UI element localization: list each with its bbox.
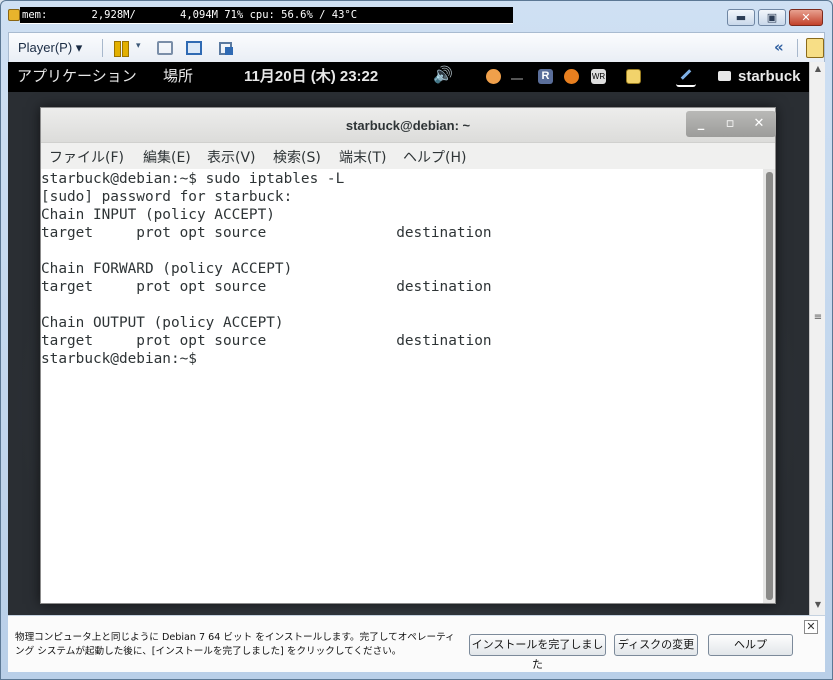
menu-view[interactable]: 表示(V) bbox=[207, 147, 256, 167]
fullscreen-icon[interactable] bbox=[186, 41, 202, 55]
terminal-scrollbar-thumb[interactable] bbox=[766, 172, 773, 600]
close-button[interactable]: ✕ bbox=[789, 9, 823, 26]
menu-search[interactable]: 検索(S) bbox=[273, 147, 321, 167]
scroll-grip-icon[interactable]: ≡ bbox=[810, 312, 826, 323]
volume-icon[interactable]: 🔊 bbox=[433, 67, 453, 85]
maximize-button[interactable]: ▣ bbox=[758, 9, 786, 26]
input-method-icon[interactable] bbox=[486, 69, 501, 84]
tray-separator-icon bbox=[511, 78, 523, 80]
terminal-minimize-button[interactable]: _ bbox=[690, 115, 712, 133]
finish-install-button[interactable]: インストールを完了しました bbox=[469, 634, 606, 671]
vmware-toolbar: Player(P) ▾ ▾ « bbox=[8, 32, 825, 62]
settings-gear-icon[interactable] bbox=[564, 69, 579, 84]
send-ctrl-alt-del-icon[interactable] bbox=[157, 41, 173, 55]
menu-edit[interactable]: 編集(E) bbox=[143, 147, 191, 167]
library-icon[interactable] bbox=[806, 38, 824, 58]
notification-close-icon[interactable]: ✕ bbox=[804, 620, 818, 634]
vmware-app-icon[interactable] bbox=[8, 9, 20, 21]
pause-dropdown-icon[interactable]: ▾ bbox=[136, 41, 141, 51]
install-instructions-text: 物理コンピュータ上と同じように Debian 7 64 ビット をインストールし… bbox=[15, 632, 455, 657]
chat-status-icon[interactable] bbox=[718, 71, 731, 81]
terminal-output-area[interactable]: starbuck@debian:~$ sudo iptables -L [sud… bbox=[41, 169, 763, 603]
terminal-close-button[interactable]: ✕ bbox=[748, 115, 770, 133]
terminal-title-bar[interactable]: starbuck@debian: ~ _ ▫ ✕ bbox=[41, 108, 776, 143]
player-menu-button[interactable]: Player(P) ▾ bbox=[18, 39, 102, 57]
unity-mode-icon[interactable] bbox=[218, 39, 236, 57]
collapse-toolbar-icon[interactable]: « bbox=[774, 38, 784, 56]
guest-screen[interactable]: アプリケーション 場所 11月20日 (木) 23:22 🔊 R WR star… bbox=[8, 62, 825, 615]
terminal-maximize-button[interactable]: ▫ bbox=[719, 115, 741, 133]
window-title-bar[interactable]: mem: 2,928M/ 4,094M 71% cpu: 56.6% / 43°… bbox=[0, 0, 833, 32]
change-disk-button[interactable]: ディスクの変更 bbox=[614, 634, 698, 656]
install-notification-bar: 物理コンピュータ上と同じように Debian 7 64 ビット をインストールし… bbox=[8, 615, 825, 672]
pen-tool-icon[interactable] bbox=[676, 69, 696, 87]
toolbar-divider bbox=[797, 39, 798, 57]
network-icon[interactable]: WR bbox=[591, 69, 606, 84]
user-menu[interactable]: starbuck bbox=[738, 68, 801, 86]
terminal-title: starbuck@debian: ~ bbox=[345, 118, 471, 133]
terminal-menu-bar: ファイル(F) 編集(E) 表示(V) 検索(S) 端末(T) ヘルプ(H) bbox=[41, 143, 775, 169]
applications-menu[interactable]: アプリケーション bbox=[17, 68, 137, 86]
terminal-window-controls: _ ▫ ✕ bbox=[686, 111, 776, 137]
r-app-icon[interactable]: R bbox=[538, 69, 553, 84]
terminal-output-text: starbuck@debian:~$ sudo iptables -L [sud… bbox=[41, 171, 492, 367]
scroll-up-arrow-icon[interactable]: ▲ bbox=[810, 64, 826, 73]
vm-vertical-scrollbar[interactable]: ▲ ≡ ▼ bbox=[809, 62, 825, 615]
resource-monitor-text: mem: 2,928M/ 4,094M 71% cpu: 56.6% / 43°… bbox=[20, 7, 513, 24]
menu-file[interactable]: ファイル(F) bbox=[49, 147, 124, 167]
toolbar-divider bbox=[102, 39, 103, 57]
scroll-down-arrow-icon[interactable]: ▼ bbox=[810, 600, 826, 609]
clock[interactable]: 11月20日 (木) 23:22 bbox=[244, 68, 378, 86]
terminal-scrollbar[interactable] bbox=[763, 169, 775, 603]
gnome-top-panel: アプリケーション 場所 11月20日 (木) 23:22 🔊 R WR star… bbox=[8, 62, 809, 92]
places-menu[interactable]: 場所 bbox=[163, 68, 193, 86]
terminal-window[interactable]: starbuck@debian: ~ _ ▫ ✕ ファイル(F) 編集(E) 表… bbox=[40, 107, 776, 604]
pause-icon[interactable] bbox=[113, 39, 131, 57]
menu-terminal[interactable]: 端末(T) bbox=[339, 147, 386, 167]
menu-help[interactable]: ヘルプ(H) bbox=[403, 147, 466, 167]
minimize-button[interactable]: ▬ bbox=[727, 9, 755, 26]
update-notifier-icon[interactable] bbox=[626, 69, 641, 84]
help-button[interactable]: ヘルプ bbox=[708, 634, 793, 656]
